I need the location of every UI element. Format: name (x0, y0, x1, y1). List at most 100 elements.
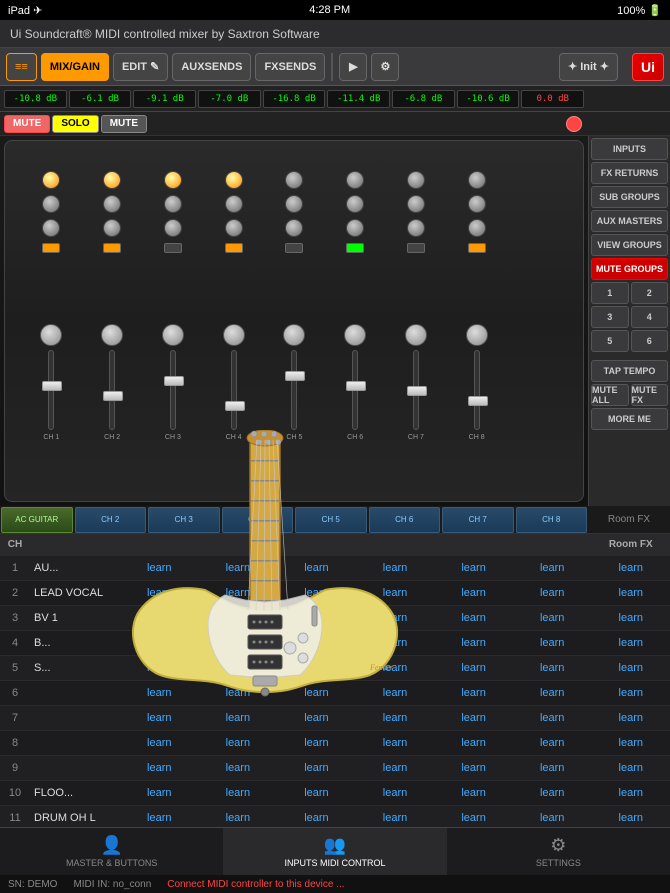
aux-knob-4[interactable] (225, 219, 243, 237)
fader-knob-6[interactable] (344, 324, 366, 346)
learn-button[interactable]: learn (147, 762, 171, 774)
learn-button[interactable]: learn (383, 712, 407, 724)
learn-button[interactable]: learn (304, 637, 328, 649)
mute-button-1[interactable]: MUTE (4, 115, 50, 133)
learn-button[interactable]: learn (147, 612, 171, 624)
learn-button[interactable]: learn (147, 637, 171, 649)
learn-button[interactable]: learn (540, 587, 564, 599)
fader-track-1[interactable] (48, 350, 54, 430)
learn-button[interactable]: learn (383, 562, 407, 574)
more-me-button[interactable]: MORE ME (591, 408, 668, 430)
tap-tempo-button[interactable]: TAP TEMPO (591, 360, 668, 382)
learn-button[interactable]: learn (461, 612, 485, 624)
ch-name-6[interactable]: CH 6 (369, 507, 441, 533)
fader-track-4[interactable] (231, 350, 237, 430)
learn-button[interactable]: learn (540, 787, 564, 799)
fader-cap-3[interactable] (164, 376, 184, 386)
group-btn-3[interactable]: 3 (591, 306, 629, 328)
mute-button-2[interactable]: MUTE (101, 115, 147, 133)
learn-button[interactable]: learn (383, 587, 407, 599)
learn-button[interactable]: learn (226, 587, 250, 599)
group-btn-1[interactable]: 1 (591, 282, 629, 304)
tab-master-buttons[interactable]: 👤 MASTER & BUTTONS (0, 828, 223, 875)
pan-knob-3[interactable] (164, 195, 182, 213)
learn-button[interactable]: learn (147, 812, 171, 824)
aux-knob-6[interactable] (346, 219, 364, 237)
fx-sends-button[interactable]: FXSENDS (255, 53, 325, 81)
midi-table[interactable]: CH Room FX 1AU...learnlearnlearnlearnlea… (0, 534, 670, 827)
aux-knob-3[interactable] (164, 219, 182, 237)
learn-button[interactable]: learn (226, 762, 250, 774)
learn-button[interactable]: learn (540, 662, 564, 674)
mute-fx-button[interactable]: MUTE FX (631, 384, 669, 406)
solo-button[interactable]: SOLO (52, 115, 98, 133)
pan-knob-7[interactable] (407, 195, 425, 213)
aux-knob-5[interactable] (285, 219, 303, 237)
group-btn-2[interactable]: 2 (631, 282, 669, 304)
inputs-button[interactable]: INPUTS (591, 138, 668, 160)
bars-button[interactable]: ≡≡ (6, 53, 37, 81)
group-btn-6[interactable]: 6 (631, 330, 669, 352)
learn-button[interactable]: learn (304, 612, 328, 624)
learn-button[interactable]: learn (619, 787, 643, 799)
learn-button[interactable]: learn (147, 562, 171, 574)
ch-name-2[interactable]: CH 2 (75, 507, 147, 533)
aux-knob-7[interactable] (407, 219, 425, 237)
learn-button[interactable]: learn (147, 712, 171, 724)
learn-button[interactable]: learn (304, 762, 328, 774)
ch-btn-1[interactable] (42, 243, 60, 253)
learn-button[interactable]: learn (461, 687, 485, 699)
view-groups-button[interactable]: VIEW GROUPS (591, 234, 668, 256)
fader-cap-5[interactable] (285, 371, 305, 381)
learn-button[interactable]: learn (619, 762, 643, 774)
learn-button[interactable]: learn (304, 712, 328, 724)
learn-button[interactable]: learn (540, 687, 564, 699)
eq-knob-7[interactable] (407, 171, 425, 189)
fader-knob-7[interactable] (405, 324, 427, 346)
learn-button[interactable]: learn (619, 812, 643, 824)
fader-cap-2[interactable] (103, 391, 123, 401)
ch-btn-5[interactable] (285, 243, 303, 253)
learn-button[interactable]: learn (304, 812, 328, 824)
learn-button[interactable]: learn (619, 737, 643, 749)
ch-name-4[interactable]: CH 4 (222, 507, 294, 533)
learn-button[interactable]: learn (619, 687, 643, 699)
learn-button[interactable]: learn (147, 737, 171, 749)
learn-button[interactable]: learn (461, 662, 485, 674)
learn-button[interactable]: learn (304, 737, 328, 749)
fader-knob-4[interactable] (223, 324, 245, 346)
pan-knob-4[interactable] (225, 195, 243, 213)
fader-track-5[interactable] (291, 350, 297, 430)
ch-btn-7[interactable] (407, 243, 425, 253)
learn-button[interactable]: learn (383, 812, 407, 824)
learn-button[interactable]: learn (461, 587, 485, 599)
fader-cap-7[interactable] (407, 386, 427, 396)
learn-button[interactable]: learn (226, 637, 250, 649)
learn-button[interactable]: learn (540, 737, 564, 749)
fader-cap-1[interactable] (42, 381, 62, 391)
edit-button[interactable]: EDIT ✎ (113, 53, 168, 81)
learn-button[interactable]: learn (226, 787, 250, 799)
learn-button[interactable]: learn (226, 662, 250, 674)
learn-button[interactable]: learn (461, 562, 485, 574)
ch-btn-8[interactable] (468, 243, 486, 253)
learn-button[interactable]: learn (226, 612, 250, 624)
learn-button[interactable]: learn (461, 787, 485, 799)
learn-button[interactable]: learn (147, 687, 171, 699)
learn-button[interactable]: learn (304, 687, 328, 699)
pan-knob-8[interactable] (468, 195, 486, 213)
eq-knob-4[interactable] (225, 171, 243, 189)
eq-knob-1[interactable] (42, 171, 60, 189)
learn-button[interactable]: learn (461, 762, 485, 774)
learn-button[interactable]: learn (619, 712, 643, 724)
fader-knob-1[interactable] (40, 324, 62, 346)
learn-button[interactable]: learn (304, 587, 328, 599)
learn-button[interactable]: learn (226, 712, 250, 724)
pan-knob-5[interactable] (285, 195, 303, 213)
learn-button[interactable]: learn (619, 637, 643, 649)
aux-masters-button[interactable]: AUX MASTERS (591, 210, 668, 232)
learn-button[interactable]: learn (304, 662, 328, 674)
fader-track-6[interactable] (352, 350, 358, 430)
fader-knob-8[interactable] (466, 324, 488, 346)
fx-returns-button[interactable]: FX RETURNS (591, 162, 668, 184)
